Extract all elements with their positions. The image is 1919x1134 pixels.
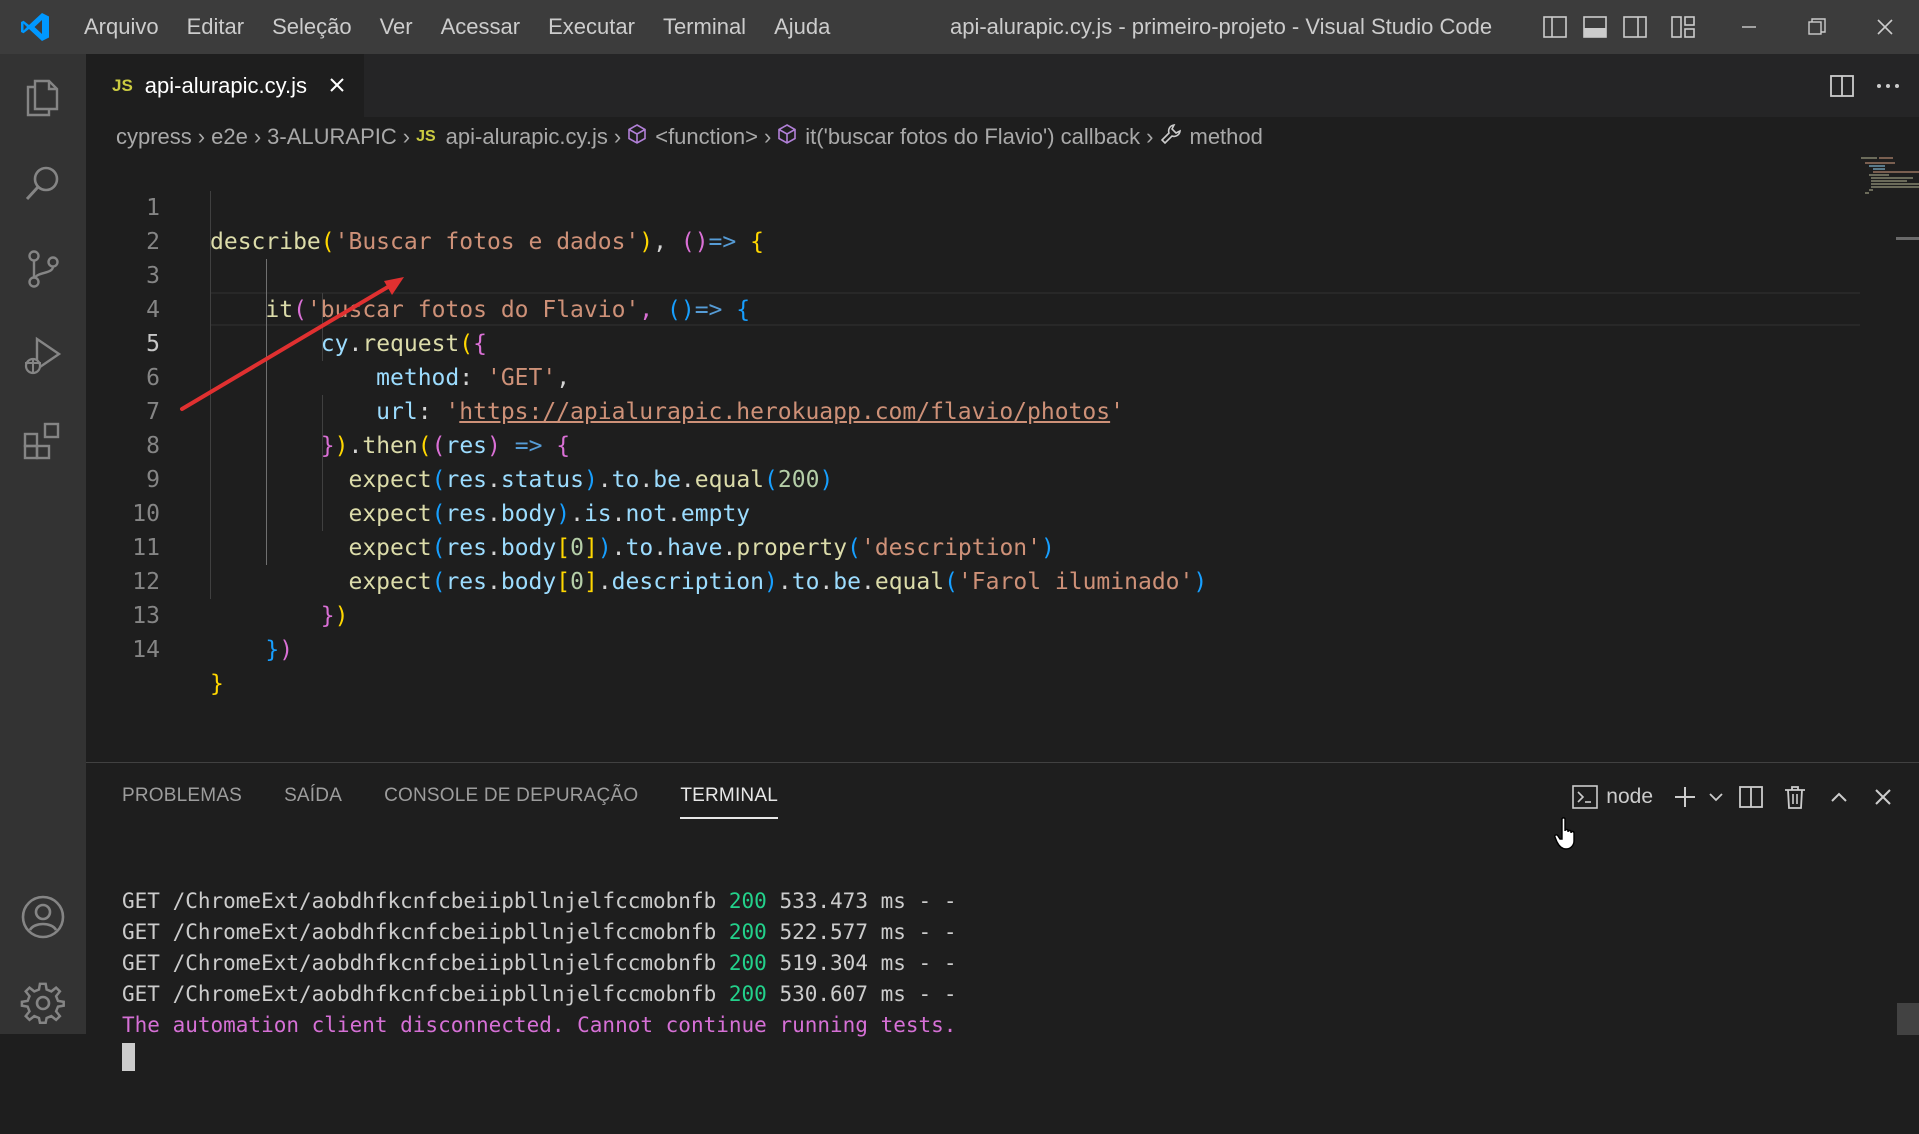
- terminal-prompt: [122, 1041, 956, 1072]
- terminal-profile-selector[interactable]: node: [1572, 785, 1653, 809]
- window-title: api-alurapic.cy.js - primeiro-projeto - …: [950, 14, 1493, 39]
- line-number: 14: [132, 637, 160, 663]
- toggle-primary-sidebar-icon[interactable]: [1535, 0, 1575, 54]
- minimize-window-icon[interactable]: [1715, 0, 1783, 54]
- toggle-panel-icon[interactable]: [1575, 0, 1615, 54]
- breadcrumb: cypress › e2e › 3-ALURAPIC › JS api-alur…: [86, 117, 1919, 157]
- tab-api-alurapic[interactable]: JS api-alurapic.cy.js: [86, 54, 364, 117]
- terminal-profile-label: node: [1606, 785, 1653, 808]
- split-editor-icon[interactable]: [1819, 54, 1865, 117]
- launch-profile-chevron-icon[interactable]: [1703, 775, 1729, 819]
- title-bar-controls: [1535, 0, 1919, 54]
- terminal-cursor: [122, 1043, 135, 1071]
- source-control-icon[interactable]: [0, 226, 86, 312]
- terminal-scrollbar[interactable]: [1897, 1003, 1919, 1035]
- close-tab-icon[interactable]: [324, 72, 350, 98]
- chevron-right-icon: ›: [1146, 124, 1154, 149]
- menu-selecao[interactable]: Seleção: [258, 0, 366, 54]
- hand-pointer-cursor-icon: [1554, 817, 1575, 850]
- tab-console-depuracao[interactable]: CONSOLE DE DEPURAÇÃO: [384, 775, 638, 821]
- bottom-panel: PROBLEMAS SAÍDA CONSOLE DE DEPURAÇÃO TER…: [86, 762, 1919, 1071]
- symbol-method-cube-icon: [627, 124, 647, 150]
- terminal-line: GET /ChromeExt/aobdhfkcnfcbeiipbllnjelfc…: [122, 982, 957, 1006]
- code-line: 12 }): [86, 531, 1786, 629]
- tab-saida[interactable]: SAÍDA: [284, 775, 342, 821]
- tab-terminal[interactable]: TERMINAL: [680, 775, 778, 819]
- toggle-secondary-sidebar-icon[interactable]: [1615, 0, 1655, 54]
- search-icon[interactable]: [0, 140, 86, 226]
- activity-bar: [0, 54, 86, 1034]
- vertical-scrollbar[interactable]: [1896, 237, 1919, 240]
- more-actions-icon[interactable]: [1865, 54, 1911, 117]
- chevron-right-icon: ›: [613, 124, 622, 149]
- menu-arquivo[interactable]: Arquivo: [70, 0, 173, 54]
- restore-window-icon[interactable]: [1783, 0, 1851, 54]
- tab-problemas[interactable]: PROBLEMAS: [122, 775, 242, 821]
- chevron-right-icon: ›: [253, 124, 262, 149]
- code-line: 14 }: [86, 599, 1786, 697]
- tab-label: api-alurapic.cy.js: [144, 72, 308, 98]
- symbol-property-wrench-icon: [1160, 123, 1182, 151]
- minimap[interactable]: [1861, 157, 1919, 197]
- menu-editar[interactable]: Editar: [173, 0, 258, 54]
- breadcrumb-item-cypress[interactable]: cypress: [116, 124, 192, 150]
- explorer-icon[interactable]: [0, 54, 86, 140]
- terminal-line: GET /ChromeExt/aobdhfkcnfcbeiipbllnjelfc…: [122, 951, 957, 975]
- chevron-right-icon: ›: [197, 124, 206, 149]
- extensions-icon[interactable]: [0, 398, 86, 484]
- breadcrumb-item-function[interactable]: <function>: [655, 124, 758, 150]
- chevron-right-icon: ›: [763, 124, 772, 149]
- menu-ver[interactable]: Ver: [366, 0, 427, 54]
- run-debug-icon[interactable]: [0, 312, 86, 398]
- terminal-icon: [1572, 785, 1599, 809]
- code-line: 9 expect(res.body).is.not.empty: [86, 429, 1786, 527]
- code-line: 3 it('buscar fotos do Flavio', ()=> {: [86, 225, 1786, 323]
- breadcrumb-item-3-alurapic[interactable]: 3-ALURAPIC: [267, 124, 397, 150]
- chevron-right-icon: ›: [402, 124, 411, 149]
- new-terminal-plus-icon[interactable]: [1667, 775, 1703, 819]
- kill-terminal-trash-icon[interactable]: [1773, 775, 1817, 819]
- code-line: 10 expect(res.body[0]).to.have.property(…: [86, 463, 1786, 561]
- code-editor[interactable]: 1 describe('Buscar fotos e dados'), ()=>…: [86, 157, 1919, 762]
- vscode-logo-icon: [0, 0, 70, 54]
- breadcrumb-item-e2e[interactable]: e2e: [211, 124, 248, 150]
- terminal-line: GET /ChromeExt/aobdhfkcnfcbeiipbllnjelfc…: [122, 920, 957, 944]
- editor-actions: [1819, 54, 1919, 117]
- code-line: 11 expect(res.body[0].description).to.be…: [86, 497, 1786, 595]
- menu-bar: Arquivo Editar Seleção Ver Acessar Execu…: [70, 0, 844, 54]
- accounts-icon[interactable]: [0, 874, 86, 960]
- terminal-line: GET /ChromeExt/aobdhfkcnfcbeiipbllnjelfc…: [122, 889, 957, 913]
- symbol-method-cube-icon: [777, 124, 797, 150]
- close-window-icon[interactable]: [1851, 0, 1919, 54]
- panel-actions: node: [1572, 775, 1919, 819]
- breadcrumb-item-file[interactable]: api-alurapic.cy.js: [446, 124, 608, 150]
- code-line: 1 describe('Buscar fotos e dados'), ()=>…: [86, 157, 1786, 255]
- split-terminal-icon[interactable]: [1729, 775, 1773, 819]
- maximize-panel-chevron-up-icon[interactable]: [1817, 775, 1861, 819]
- terminal-error-line: The automation client disconnected. Cann…: [122, 1013, 957, 1037]
- customize-layout-icon[interactable]: [1663, 0, 1703, 54]
- js-file-icon: JS: [112, 75, 133, 95]
- close-panel-icon[interactable]: [1861, 775, 1905, 819]
- code-line: 13 }): [86, 565, 1786, 663]
- menu-ajuda[interactable]: Ajuda: [760, 0, 844, 54]
- panel-tabs: PROBLEMAS SAÍDA CONSOLE DE DEPURAÇÃO TER…: [122, 775, 820, 821]
- menu-terminal[interactable]: Terminal: [649, 0, 760, 54]
- editor-tabs-bar: JS api-alurapic.cy.js: [86, 54, 1919, 117]
- breadcrumb-item-method[interactable]: method: [1190, 124, 1263, 150]
- annotation-arrow-icon: [180, 277, 404, 411]
- menu-acessar[interactable]: Acessar: [427, 0, 534, 54]
- js-file-icon: JS: [416, 128, 436, 145]
- terminal-output[interactable]: GET /ChromeExt/aobdhfkcnfcbeiipbllnjelfc…: [122, 855, 956, 1134]
- menu-executar[interactable]: Executar: [534, 0, 649, 54]
- breadcrumb-item-it-callback[interactable]: it('buscar fotos do Flavio') callback: [805, 124, 1140, 150]
- manage-gear-icon[interactable]: [0, 960, 86, 1046]
- title-bar: Arquivo Editar Seleção Ver Acessar Execu…: [0, 0, 1919, 54]
- code-line: 2: [86, 191, 1786, 255]
